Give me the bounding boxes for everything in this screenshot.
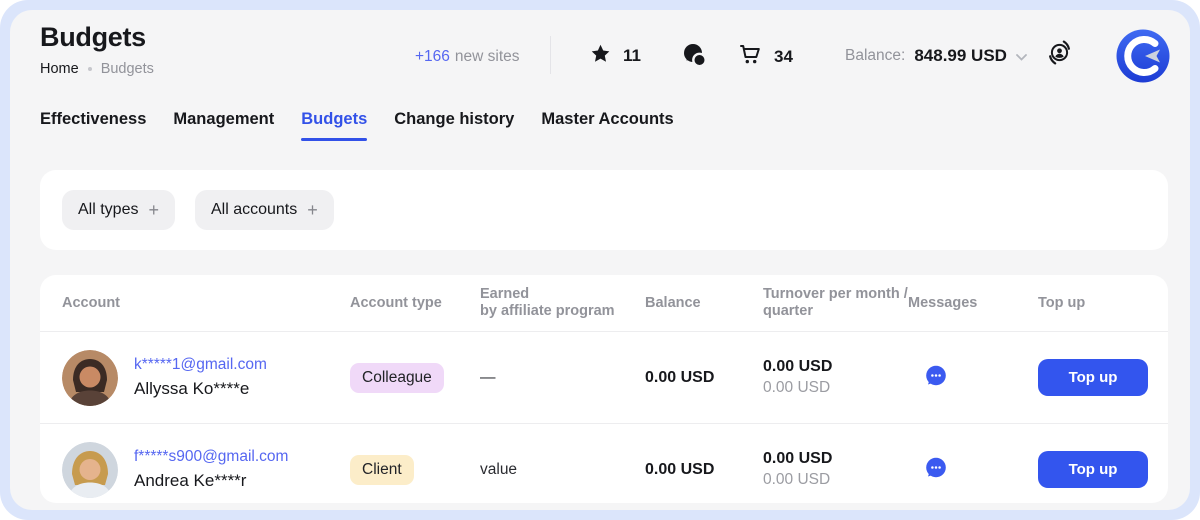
star-icon (590, 43, 611, 69)
new-sites-count: +166 (415, 48, 450, 65)
tab-effectiveness[interactable]: Effectiveness (40, 110, 146, 141)
plus-icon: + (148, 201, 159, 219)
breadcrumb: Home Budgets (40, 61, 154, 77)
support-agent-icon[interactable] (1046, 37, 1073, 73)
tab-change-history[interactable]: Change history (394, 110, 514, 141)
tab-master-accounts[interactable]: Master Accounts (541, 110, 673, 141)
tab-management[interactable]: Management (173, 110, 274, 141)
breadcrumb-separator-dot (88, 67, 92, 71)
breadcrumb-current: Budgets (101, 61, 154, 77)
cart-count: 34 (774, 47, 793, 67)
table-row: f*****s900@gmail.com Andrea Ke****r Clie… (40, 423, 1168, 503)
top-up-button[interactable]: Top up (1038, 359, 1148, 396)
favorites-count: 11 (623, 46, 641, 66)
column-header-top-up: Top up (1038, 295, 1148, 311)
account-email-link[interactable]: f*****s900@gmail.com (134, 448, 288, 466)
column-header-account: Account (62, 295, 350, 311)
tab-bar: Effectiveness Management Budgets Change … (40, 110, 674, 141)
cart-counter[interactable]: 34 (738, 42, 793, 71)
breadcrumb-home-link[interactable]: Home (40, 61, 79, 77)
main-surface: Budgets Home Budgets +166 new sites 11 (10, 10, 1190, 510)
table-row: k*****1@gmail.com Allyssa Ko****e Collea… (40, 331, 1168, 423)
balance-value: 848.99 USD (914, 46, 1007, 66)
column-header-balance: Balance (645, 295, 763, 311)
turnover-cell: 0.00 USD 0.00 USD (763, 358, 908, 397)
topbar-divider (550, 36, 551, 74)
chevron-down-icon (1016, 48, 1027, 66)
favorites-counter[interactable]: 11 (590, 43, 641, 69)
all-accounts-filter-label: All accounts (211, 201, 297, 219)
budgets-table: Account Account type Earned by affiliate… (40, 275, 1168, 503)
account-cell: k*****1@gmail.com Allyssa Ko****e (62, 350, 350, 406)
account-name: Andrea Ke****r (134, 471, 288, 491)
balance-dropdown[interactable]: Balance: 848.99 USD (845, 46, 1027, 66)
account-type-badge: Client (350, 455, 414, 485)
page-title: Budgets (40, 22, 146, 53)
balance-label: Balance: (845, 47, 905, 65)
app-logo[interactable] (1115, 28, 1171, 84)
new-sites-label: new sites (455, 48, 520, 65)
column-header-account-type: Account type (350, 295, 480, 311)
column-header-turnover: Turnover per month / quarter (763, 286, 908, 320)
plus-icon: + (307, 201, 318, 219)
message-bubble-icon[interactable] (922, 363, 949, 393)
message-bubble-icon[interactable] (922, 455, 949, 485)
balance-cell: 0.00 USD (645, 461, 763, 479)
earned-cell: value (480, 461, 645, 479)
new-sites-link[interactable]: +166 new sites (415, 48, 520, 66)
account-cell: f*****s900@gmail.com Andrea Ke****r (62, 442, 350, 498)
cart-icon (738, 42, 762, 71)
avatar (62, 350, 118, 406)
chat-bubbles-icon[interactable] (682, 42, 708, 75)
column-header-messages: Messages (908, 295, 1038, 311)
account-type-badge: Colleague (350, 363, 444, 393)
turnover-cell: 0.00 USD 0.00 USD (763, 450, 908, 489)
tab-budgets[interactable]: Budgets (301, 110, 367, 141)
earned-cell: — (480, 369, 645, 387)
column-header-earned: Earned by affiliate program (480, 286, 645, 320)
all-accounts-filter-button[interactable]: All accounts + (195, 190, 334, 230)
table-header-row: Account Account type Earned by affiliate… (40, 275, 1168, 331)
top-up-button[interactable]: Top up (1038, 451, 1148, 488)
all-types-filter-button[interactable]: All types + (62, 190, 175, 230)
avatar (62, 442, 118, 498)
balance-cell: 0.00 USD (645, 369, 763, 387)
all-types-filter-label: All types (78, 201, 138, 219)
account-name: Allyssa Ko****e (134, 379, 267, 399)
account-email-link[interactable]: k*****1@gmail.com (134, 356, 267, 374)
page-frame: Budgets Home Budgets +166 new sites 11 (0, 0, 1200, 520)
filters-panel: All types + All accounts + (40, 170, 1168, 250)
